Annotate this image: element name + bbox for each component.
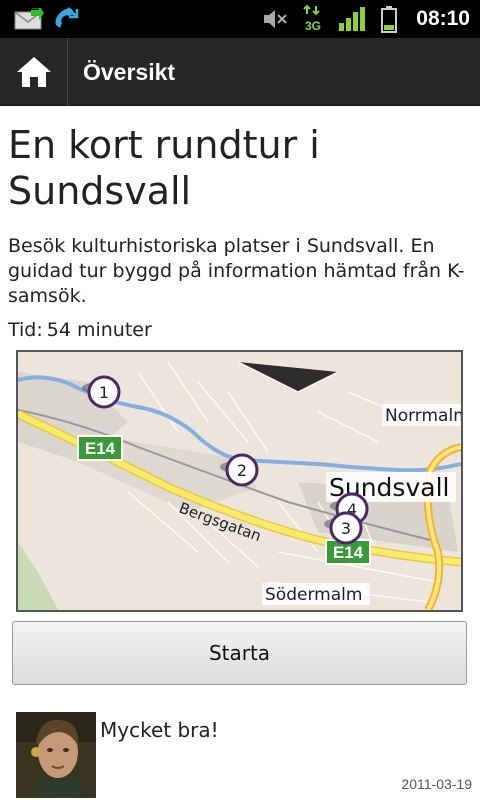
district-label-south: Södermalm — [262, 583, 370, 605]
comment-text: Mycket bra! — [100, 718, 219, 742]
comment-date: 2011-03-19 — [401, 776, 472, 792]
duration-label: Tid: — [8, 319, 43, 341]
network-3g-icon: 3G — [302, 0, 324, 38]
svg-text:Norrmalm: Norrmalm — [385, 406, 461, 426]
road-label-west: E14 — [85, 439, 116, 458]
page-title: Översikt — [83, 59, 176, 85]
svg-text:Södermalm: Södermalm — [265, 585, 362, 605]
avatar — [16, 712, 96, 798]
mute-icon — [262, 0, 288, 38]
district-label-north: Norrmalm — [382, 404, 461, 426]
tour-description: Besök kulturhistoriska platser i Sundsva… — [8, 235, 465, 307]
action-bar: Översikt — [0, 38, 480, 106]
home-button[interactable] — [0, 38, 68, 106]
comment-item: Mycket bra! 2011-03-19 — [0, 710, 480, 800]
svg-text:1: 1 — [99, 383, 109, 402]
status-time: 08:10 — [416, 7, 470, 30]
road-label-center: E14 — [333, 543, 364, 562]
signal-icon — [338, 0, 366, 38]
status-bar: 3G 08:10 — [0, 0, 480, 38]
mail-icon — [14, 0, 44, 38]
svg-text:3: 3 — [341, 519, 351, 538]
tour-duration: Tid: 54 minuter — [8, 318, 152, 343]
start-button[interactable]: Starta — [12, 621, 467, 685]
tour-title: En kort rundtur i Sundsvall — [8, 123, 320, 213]
road-shield-west: E14 — [77, 435, 123, 461]
network-3g-label: 3G — [305, 19, 321, 33]
duration-value: 54 minuter — [46, 319, 152, 341]
tour-map[interactable]: E14 E14 Bergsgatan Norrmalm Sundsvall Sö… — [16, 350, 463, 612]
home-icon — [16, 57, 51, 87]
missed-call-icon — [52, 0, 80, 38]
battery-icon — [380, 0, 398, 38]
svg-text:2: 2 — [237, 461, 247, 480]
